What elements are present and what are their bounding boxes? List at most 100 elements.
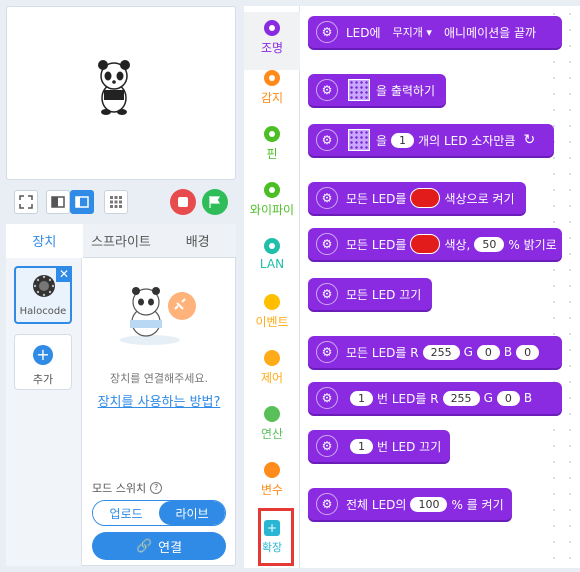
category-sensing[interactable]: 감지 [244, 70, 300, 106]
live-mode-button[interactable]: 라이브 [159, 501, 225, 525]
block-text: B [503, 345, 513, 359]
operators-dot-icon [264, 406, 280, 422]
category-lan[interactable]: LAN [244, 238, 300, 271]
stop-icon [178, 197, 188, 207]
connect-button[interactable]: 🔗 연결 [92, 532, 226, 560]
led-grid-picker[interactable] [348, 129, 370, 151]
panda-sprite[interactable] [96, 60, 132, 116]
block-text: 애니메이션을 끝까 [443, 25, 537, 40]
category-control[interactable]: 제어 [244, 350, 300, 386]
block-all-leds-rgb[interactable]: ⚙ 모든 LED를 R 255 G 0 B 0 [308, 336, 562, 368]
brightness-input[interactable]: 50 [474, 236, 505, 252]
mode-label-text: 모드 스위치 [92, 482, 147, 495]
red-input[interactable]: 255 [422, 344, 460, 360]
block-text: 모든 LED를 R [346, 345, 419, 360]
fullscreen-button[interactable] [14, 190, 38, 214]
upload-mode-button[interactable]: 업로드 [93, 501, 159, 525]
category-variables[interactable]: 변수 [244, 462, 300, 498]
blue-input[interactable]: 0 [516, 344, 540, 360]
small-stage-icon [51, 196, 65, 208]
block-text: 색상으로 켜기 [444, 191, 515, 206]
wifi-gear-icon [264, 182, 280, 198]
device-card-halocode[interactable]: Halocode ✕ [14, 266, 72, 324]
events-dot-icon [264, 294, 280, 310]
led-index-input[interactable]: 1 [350, 438, 373, 454]
category-label: 와이파이 [249, 203, 295, 217]
block-all-leds-color-brightness[interactable]: ⚙ 모든 LED를 색상, 50 % 밝기로 [308, 228, 562, 260]
category-events[interactable]: 이벤트 [244, 294, 300, 330]
green-input[interactable]: 0 [496, 390, 520, 406]
category-label: 이벤트 [255, 315, 289, 329]
block-text: % 를 켜기 [451, 497, 504, 512]
grid-icon [110, 196, 122, 208]
block-text: % 밝기로 [508, 237, 557, 252]
animation-dropdown[interactable]: 무지개 ▾ [385, 23, 440, 41]
green-flag-button[interactable] [202, 189, 228, 215]
fullscreen-icon [19, 195, 33, 209]
block-text: 번 LED 끄기 [377, 439, 442, 454]
led-index-input[interactable]: 1 [350, 390, 373, 406]
tab-background[interactable]: 배경 [159, 224, 237, 258]
category-label: 감지 [260, 91, 284, 105]
lighting-gear-icon [264, 20, 280, 36]
gear-icon: ⚙ [316, 21, 338, 43]
percent-input[interactable]: 100 [410, 496, 448, 512]
category-pin[interactable]: 핀 [244, 126, 300, 162]
category-wifi[interactable]: 와이파이 [244, 182, 300, 218]
script-workspace[interactable] [546, 6, 580, 568]
pin-gear-icon [264, 126, 280, 142]
connect-hint: 장치를 연결해주세요. [109, 372, 209, 385]
block-text: 번 LED를 R [377, 391, 439, 406]
flag-icon [209, 196, 221, 208]
led-grid-picker[interactable] [348, 79, 370, 101]
block-all-leds-off[interactable]: ⚙ 모든 LED 끄기 [308, 278, 432, 310]
plus-icon: + [33, 345, 53, 365]
green-input[interactable]: 0 [476, 344, 500, 360]
panda-connect-illustration [120, 287, 196, 345]
block-text: 을 [376, 133, 388, 148]
howto-link[interactable]: 장치를 사용하는 방법? [82, 391, 236, 410]
small-stage-button[interactable] [46, 190, 70, 214]
panel-tabs: 장치 스프라이트 배경 [6, 224, 237, 258]
variables-dot-icon [264, 462, 280, 478]
block-single-led-rgb[interactable]: ⚙ 1 번 LED를 R 255 G 0 B [308, 382, 562, 414]
rotate-clockwise-icon: ↻ [523, 132, 536, 148]
block-text: 모든 LED를 [346, 237, 407, 252]
color-picker[interactable] [410, 188, 441, 208]
gear-icon: ⚙ [316, 493, 338, 515]
category-lighting[interactable]: 조명 [244, 12, 300, 70]
block-single-led-off[interactable]: ⚙ 1 번 LED 끄기 [308, 430, 450, 462]
normal-stage-button[interactable] [70, 190, 94, 214]
block-show-image[interactable]: ⚙ 을 출력하기 [308, 74, 446, 106]
gear-icon: ⚙ [316, 129, 338, 151]
tab-sprite[interactable]: 스프라이트 [82, 224, 160, 258]
color-picker[interactable] [410, 234, 441, 254]
close-icon: ✕ [58, 267, 70, 281]
grid-view-button[interactable] [104, 190, 128, 214]
gear-icon: ⚙ [316, 79, 338, 101]
normal-stage-icon [75, 196, 89, 208]
block-percent-leds-on[interactable]: ⚙ 전체 LED의 100 % 를 켜기 [308, 488, 512, 520]
block-text: G [463, 345, 473, 359]
block-rotate-image[interactable]: ⚙ 을 1 개의 LED 소자만큼 ↻ [308, 124, 554, 156]
red-input[interactable]: 255 [442, 390, 480, 406]
halocode-icon [33, 275, 55, 297]
block-text: 개의 LED 소자만큼 [418, 133, 516, 148]
stop-button[interactable] [170, 189, 196, 215]
remove-device-button[interactable]: ✕ [56, 266, 72, 282]
sensing-gear-icon [264, 70, 280, 86]
extension-highlight-box [258, 508, 294, 566]
block-rainbow-animation[interactable]: ⚙ LED에 무지개 ▾ 애니메이션을 끝까 [308, 16, 562, 48]
block-all-leds-color[interactable]: ⚙ 모든 LED를 색상으로 켜기 [308, 182, 526, 214]
mode-toggle: 업로드 라이브 [92, 500, 226, 526]
number-input[interactable]: 1 [391, 132, 415, 148]
category-operators[interactable]: 연산 [244, 406, 300, 442]
link-icon: 🔗 [135, 538, 153, 554]
tab-device[interactable]: 장치 [6, 224, 83, 258]
mode-switch-label: 모드 스위치 ? [92, 480, 163, 496]
add-device-button[interactable]: + 추가 [14, 334, 72, 390]
help-icon[interactable]: ? [150, 482, 163, 494]
control-dot-icon [264, 350, 280, 366]
category-label: 제어 [260, 371, 284, 385]
gear-icon: ⚙ [316, 435, 338, 457]
